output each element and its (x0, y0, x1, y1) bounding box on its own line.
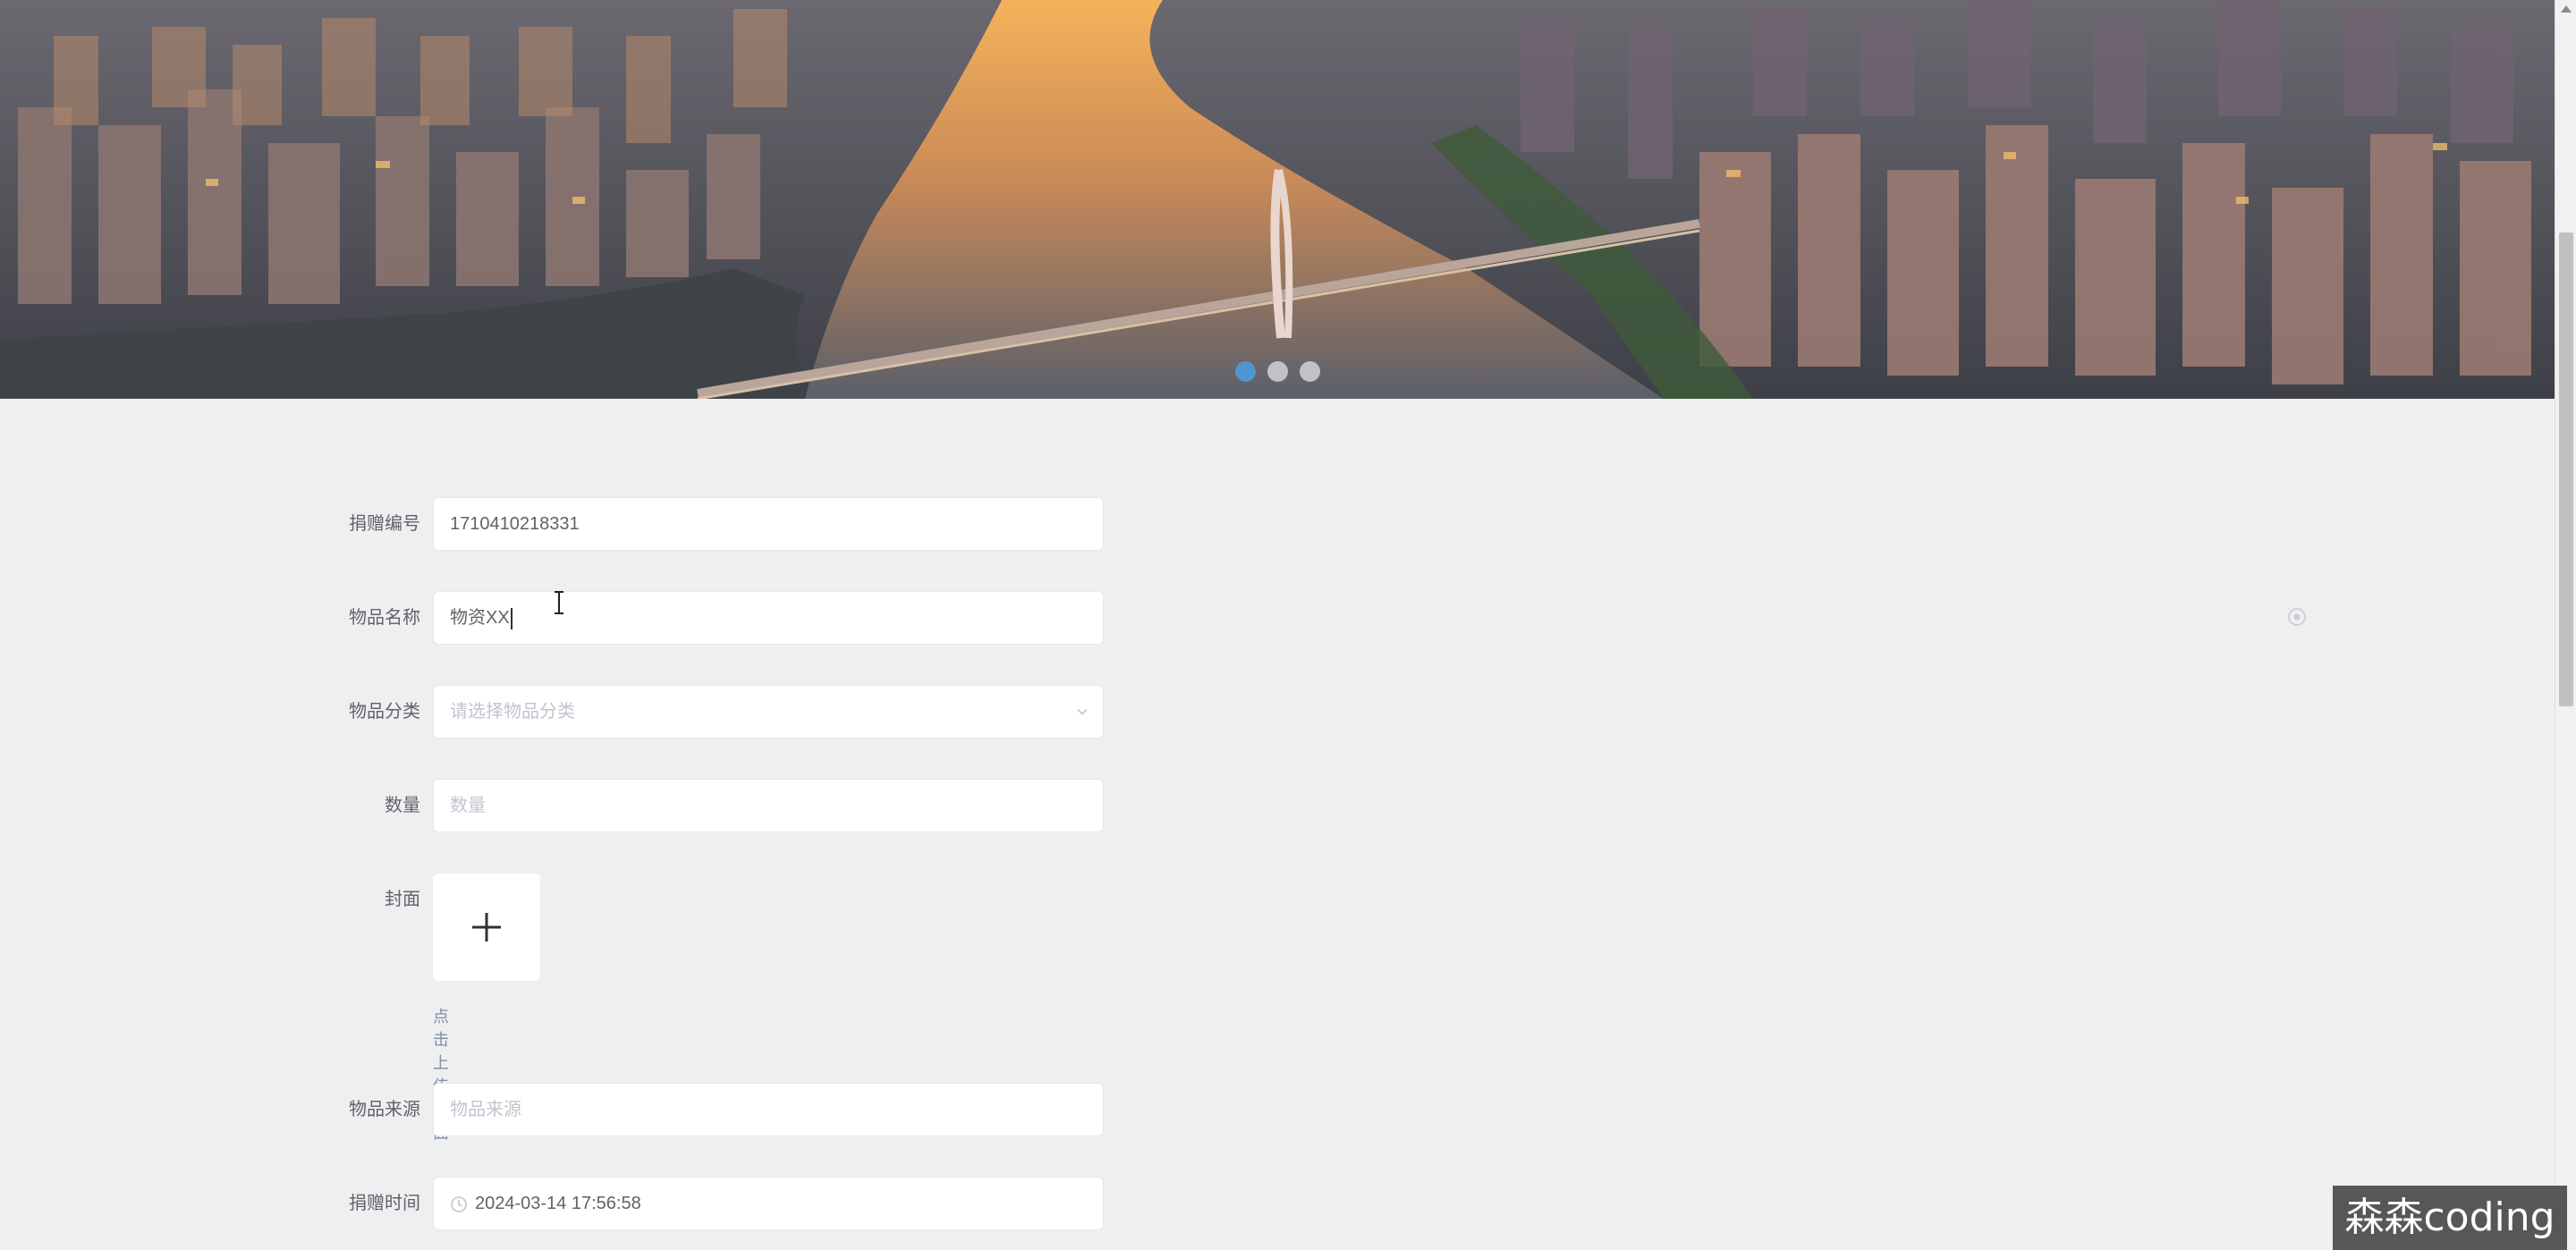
city-river-image (0, 0, 2555, 399)
carousel-dot-2[interactable] (1267, 361, 1288, 382)
clock-icon (451, 1196, 467, 1212)
page-scrollbar[interactable] (2555, 0, 2576, 1250)
cover-label: 封面 (385, 890, 420, 909)
source-label: 物品来源 (349, 1100, 420, 1119)
source-input[interactable] (433, 1083, 1104, 1136)
donation-no-field[interactable]: 1710410218331 (433, 497, 1104, 551)
carousel-indicators (0, 361, 2555, 382)
target-icon[interactable] (2287, 607, 2307, 627)
text-cursor-icon (555, 591, 564, 614)
item-name-value: 物资XX (450, 608, 510, 628)
cover-upload-button[interactable] (433, 874, 540, 981)
category-label: 物品分类 (349, 702, 420, 722)
text-caret (510, 607, 513, 629)
item-name-input[interactable]: 物资XX (433, 591, 1104, 645)
plus-icon (472, 913, 501, 942)
category-placeholder: 请选择物品分类 (450, 702, 575, 722)
donation-time-value: 2024-03-14 17:56:58 (475, 1194, 641, 1213)
chevron-down-icon (1077, 708, 1088, 715)
donation-time-picker[interactable]: 2024-03-14 17:56:58 (433, 1177, 1104, 1230)
donation-no-label: 捐赠编号 (349, 514, 420, 534)
category-select[interactable]: 请选择物品分类 (433, 685, 1104, 739)
scroll-up-arrow-icon[interactable] (2561, 5, 2572, 13)
carousel-dot-3[interactable] (1299, 361, 1320, 382)
watermark: 森森coding (2333, 1186, 2567, 1250)
quantity-input[interactable] (433, 779, 1104, 832)
carousel-dot-1[interactable] (1234, 361, 1256, 382)
item-name-label: 物品名称 (349, 608, 420, 628)
scroll-thumb[interactable] (2559, 232, 2573, 706)
donation-time-label: 捐赠时间 (349, 1194, 420, 1213)
banner-carousel[interactable] (0, 0, 2555, 399)
quantity-label: 数量 (385, 796, 420, 815)
